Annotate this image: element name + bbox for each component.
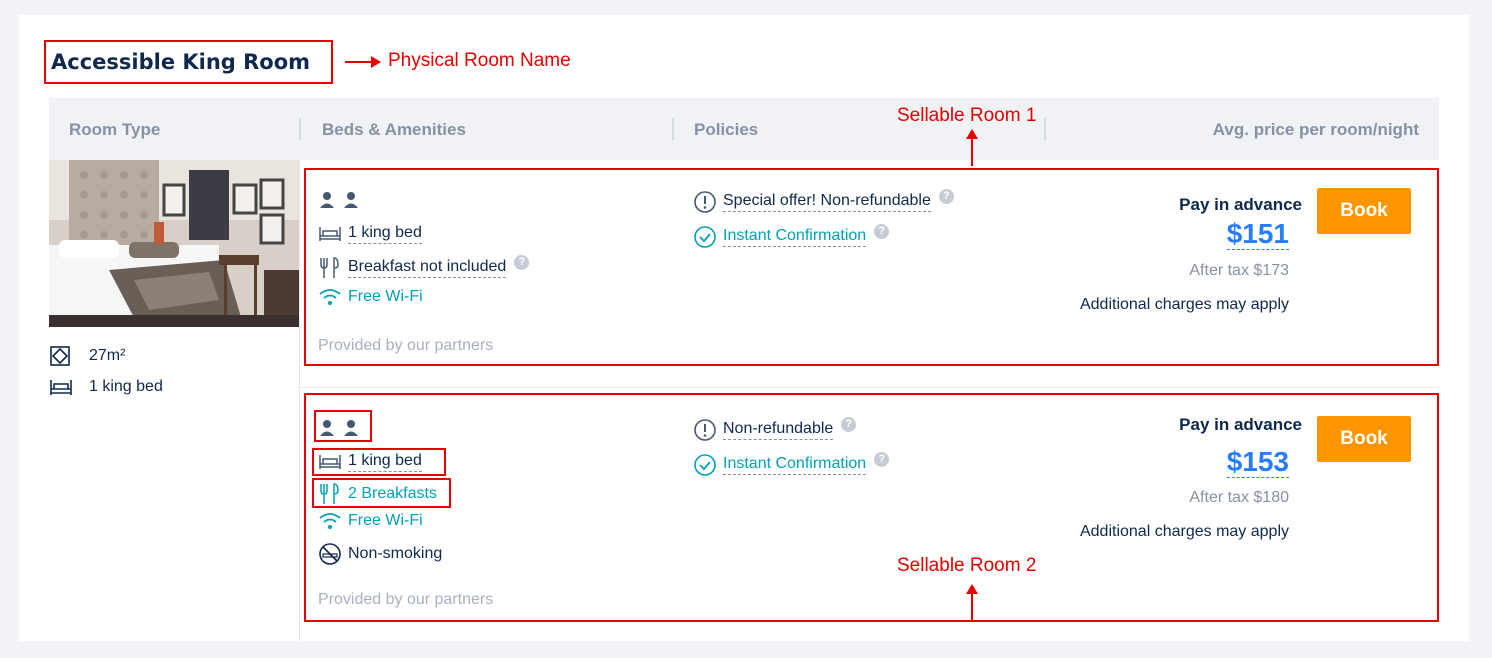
check-circle-icon — [693, 453, 719, 477]
offer-2-additional-charges: Additional charges may apply — [1079, 523, 1289, 540]
check-circle-icon — [693, 225, 719, 249]
offer-2-after-tax: After tax $180 — [1189, 489, 1289, 506]
header-price: Avg. price per room/night — [1212, 120, 1419, 139]
room-size: 27m² — [89, 347, 126, 364]
offer-1-additional-charges: Additional charges may apply — [1079, 296, 1289, 313]
header-divider — [299, 118, 301, 140]
offer-1-provider: Provided by our partners — [318, 337, 494, 354]
header-divider — [1044, 118, 1046, 140]
occupancy-icons — [319, 190, 359, 210]
room-bed: 1 king bed — [89, 378, 163, 395]
room-name: Accessible King Room — [44, 40, 333, 84]
offer-1-wifi-label: Free Wi-Fi — [348, 288, 423, 305]
guest-icon — [320, 420, 358, 436]
offer-1-bed: 1 king bed — [318, 224, 422, 244]
cutlery-icon — [318, 482, 344, 506]
offer-2-wifi: Free Wi-Fi — [318, 512, 423, 530]
wifi-icon — [318, 512, 344, 530]
annotation-sellable-room-1: Sellable Room 1 — [897, 105, 1037, 126]
offer-2-confirmation-label[interactable]: Instant Confirmation — [723, 455, 867, 475]
offer-1-policy-label[interactable]: Special offer! Non-refundable — [723, 192, 931, 212]
offer-2-book-button[interactable]: Book — [1317, 416, 1411, 462]
offer-2-pay-label: Pay in advance — [1179, 415, 1302, 434]
offer-2-wifi-label: Free Wi-Fi — [348, 512, 423, 529]
header-room-type: Room Type — [69, 120, 161, 139]
bed-icon — [49, 376, 75, 398]
offer-1-meal-label[interactable]: Breakfast not included — [348, 258, 507, 278]
header-divider — [672, 118, 674, 140]
offer-2-price[interactable]: $153 — [1226, 446, 1289, 478]
offer-2-bed: 1 king bed — [318, 452, 422, 472]
offer-2-policy: Non-refundable ? — [693, 416, 857, 442]
offer-divider — [300, 387, 1439, 388]
bed-icon — [318, 453, 344, 471]
offer-1-policy: Special offer! Non-refundable ? — [693, 188, 954, 214]
info-icon — [693, 418, 719, 442]
help-icon[interactable]: ? — [514, 254, 530, 270]
header-policies: Policies — [694, 120, 759, 139]
help-icon[interactable]: ? — [841, 416, 857, 432]
annotation-physical-room-name: Physical Room Name — [388, 50, 571, 71]
offer-1-pay-label: Pay in advance — [1179, 195, 1302, 214]
info-icon — [693, 190, 719, 214]
bed-icon — [318, 225, 344, 243]
offer-1-price[interactable]: $151 — [1226, 218, 1289, 250]
no-smoking-icon — [318, 542, 344, 566]
room-size-icon — [49, 345, 75, 367]
offer-1-confirmation-label[interactable]: Instant Confirmation — [723, 227, 867, 247]
offer-2-meal-label: 2 Breakfasts — [348, 485, 437, 502]
offer-2-bed-label: 1 king bed — [348, 452, 422, 472]
annotation-sellable-room-2: Sellable Room 2 — [897, 555, 1037, 576]
offer-1-confirmation: Instant Confirmation ? — [693, 223, 890, 249]
annotation-arrow-icon — [371, 56, 381, 68]
offer-1-wifi: Free Wi-Fi — [318, 288, 423, 306]
header-beds-amenities: Beds & Amenities — [322, 120, 466, 139]
offer-2-smoking-label: Non-smoking — [348, 545, 443, 562]
offer-1-meal: Breakfast not included ? — [318, 254, 530, 280]
offer-2-policy-label[interactable]: Non-refundable — [723, 420, 834, 440]
help-icon[interactable]: ? — [874, 223, 890, 239]
occupancy-icons — [319, 418, 359, 438]
annotation-arrow-line — [971, 136, 973, 166]
annotation-arrow-line — [971, 591, 973, 621]
column-divider — [299, 160, 300, 641]
offer-1-book-button[interactable]: Book — [1317, 188, 1411, 234]
offer-2-meal: 2 Breakfasts — [318, 482, 437, 506]
offer-2-smoking: Non-smoking — [318, 542, 442, 566]
room-size-row: 27m² — [49, 345, 125, 367]
help-icon[interactable]: ? — [938, 188, 954, 204]
guest-icon — [320, 192, 358, 208]
offer-2-confirmation: Instant Confirmation ? — [693, 451, 890, 477]
offer-1-bed-label: 1 king bed — [348, 224, 422, 244]
cutlery-icon — [318, 256, 344, 280]
offer-2-provider: Provided by our partners — [318, 591, 494, 608]
room-bed-row: 1 king bed — [49, 376, 163, 398]
room-photo[interactable] — [49, 160, 299, 327]
offer-1-after-tax: After tax $173 — [1189, 262, 1289, 279]
help-icon[interactable]: ? — [874, 451, 890, 467]
wifi-icon — [318, 288, 344, 306]
